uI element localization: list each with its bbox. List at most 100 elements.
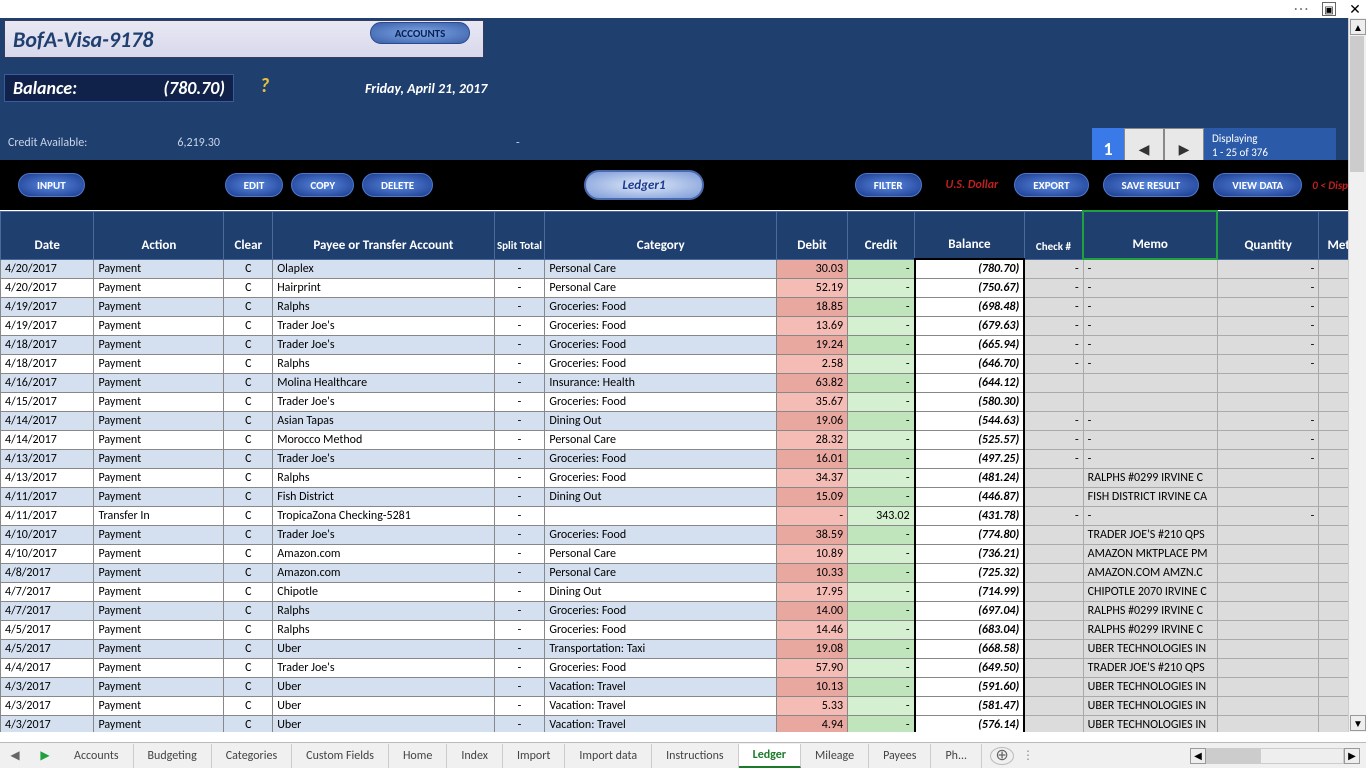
- cell-check[interactable]: [1024, 715, 1083, 732]
- table-row[interactable]: 4/18/2017PaymentCRalphs-Groceries: Food2…: [1, 354, 1366, 373]
- cell-memo[interactable]: RALPHS #0299 IRVINE C: [1083, 468, 1217, 487]
- tab-index[interactable]: Index: [447, 744, 503, 768]
- tab-payees[interactable]: Payees: [869, 744, 931, 768]
- cell-category[interactable]: Groceries: Food: [545, 392, 777, 411]
- edit-button[interactable]: EDIT: [225, 173, 284, 197]
- cell-category[interactable]: Personal Care: [545, 544, 777, 563]
- cell-credit[interactable]: -: [848, 354, 915, 373]
- cell-debit[interactable]: 35.67: [776, 392, 847, 411]
- cell-check[interactable]: [1024, 639, 1083, 658]
- cell-debit[interactable]: 10.33: [776, 563, 847, 582]
- cell-payee[interactable]: Ralphs: [273, 297, 494, 316]
- cell-date[interactable]: 4/14/2017: [1, 430, 94, 449]
- cell-memo[interactable]: AMAZON.COM AMZN.C: [1083, 563, 1217, 582]
- cell-balance[interactable]: (683.04): [915, 620, 1025, 639]
- cell-memo[interactable]: RALPHS #0299 IRVINE C: [1083, 601, 1217, 620]
- cell-check[interactable]: [1024, 601, 1083, 620]
- cell-credit[interactable]: -: [848, 677, 915, 696]
- cell-clear[interactable]: C: [224, 582, 273, 601]
- cell-payee[interactable]: Trader Joe's: [273, 449, 494, 468]
- cell-action[interactable]: Payment: [94, 411, 224, 430]
- cell-credit[interactable]: -: [848, 487, 915, 506]
- cell-action[interactable]: Payment: [94, 316, 224, 335]
- delete-button[interactable]: DELETE: [362, 173, 433, 197]
- cell-check[interactable]: -: [1024, 278, 1083, 297]
- cell-credit[interactable]: -: [848, 525, 915, 544]
- cell-payee[interactable]: Molina Healthcare: [273, 373, 494, 392]
- cell-quantity[interactable]: [1217, 563, 1319, 582]
- cell-clear[interactable]: C: [224, 601, 273, 620]
- cell-balance[interactable]: (665.94): [915, 335, 1025, 354]
- cell-action[interactable]: Payment: [94, 430, 224, 449]
- cell-date[interactable]: 4/3/2017: [1, 696, 94, 715]
- cell-action[interactable]: Payment: [94, 620, 224, 639]
- restore-window-button[interactable]: ▣: [1322, 2, 1336, 16]
- cell-category[interactable]: Groceries: Food: [545, 316, 777, 335]
- accounts-button[interactable]: ACCOUNTS: [370, 22, 470, 44]
- save-result-button[interactable]: SAVE RESULT: [1103, 173, 1200, 197]
- cell-category[interactable]: Vacation: Travel: [545, 715, 777, 732]
- cell-check[interactable]: -: [1024, 354, 1083, 373]
- tab-mileage[interactable]: Mileage: [801, 744, 869, 768]
- tab-home[interactable]: Home: [389, 744, 447, 768]
- cell-debit[interactable]: 19.08: [776, 639, 847, 658]
- cell-split[interactable]: -: [494, 620, 545, 639]
- cell-action[interactable]: Payment: [94, 259, 224, 278]
- table-row[interactable]: 4/4/2017PaymentCTrader Joe's-Groceries: …: [1, 658, 1366, 677]
- cell-split[interactable]: -: [494, 278, 545, 297]
- cell-quantity[interactable]: -: [1217, 297, 1319, 316]
- cell-memo[interactable]: -: [1083, 354, 1217, 373]
- cell-quantity[interactable]: [1217, 392, 1319, 411]
- cell-debit[interactable]: 34.37: [776, 468, 847, 487]
- cell-memo[interactable]: FISH DISTRICT IRVINE CA: [1083, 487, 1217, 506]
- cell-check[interactable]: [1024, 487, 1083, 506]
- cell-check[interactable]: [1024, 392, 1083, 411]
- cell-clear[interactable]: C: [224, 373, 273, 392]
- cell-payee[interactable]: Morocco Method: [273, 430, 494, 449]
- cell-date[interactable]: 4/19/2017: [1, 297, 94, 316]
- table-row[interactable]: 4/8/2017PaymentCAmazon.com-Personal Care…: [1, 563, 1366, 582]
- cell-split[interactable]: -: [494, 430, 545, 449]
- cell-date[interactable]: 4/3/2017: [1, 677, 94, 696]
- cell-payee[interactable]: Trader Joe's: [273, 525, 494, 544]
- cell-debit[interactable]: 52.19: [776, 278, 847, 297]
- table-row[interactable]: 4/14/2017PaymentCMorocco Method-Personal…: [1, 430, 1366, 449]
- cell-payee[interactable]: TropicaZona Checking-5281: [273, 506, 494, 525]
- cell-credit[interactable]: -: [848, 373, 915, 392]
- cell-credit[interactable]: -: [848, 449, 915, 468]
- cell-credit[interactable]: 343.02: [848, 506, 915, 525]
- cell-quantity[interactable]: -: [1217, 335, 1319, 354]
- cell-split[interactable]: -: [494, 715, 545, 732]
- cell-action[interactable]: Payment: [94, 544, 224, 563]
- col-check[interactable]: Check #: [1024, 211, 1083, 259]
- table-row[interactable]: 4/10/2017PaymentCTrader Joe's-Groceries:…: [1, 525, 1366, 544]
- cell-clear[interactable]: C: [224, 430, 273, 449]
- add-sheet-button[interactable]: ⊕: [990, 747, 1014, 765]
- cell-action[interactable]: Payment: [94, 677, 224, 696]
- cell-payee[interactable]: Trader Joe's: [273, 392, 494, 411]
- cell-credit[interactable]: -: [848, 620, 915, 639]
- cell-payee[interactable]: Asian Tapas: [273, 411, 494, 430]
- cell-credit[interactable]: -: [848, 544, 915, 563]
- cell-action[interactable]: Payment: [94, 335, 224, 354]
- cell-quantity[interactable]: -: [1217, 278, 1319, 297]
- cell-split[interactable]: -: [494, 468, 545, 487]
- cell-check[interactable]: -: [1024, 506, 1083, 525]
- cell-action[interactable]: Payment: [94, 392, 224, 411]
- copy-button[interactable]: COPY: [291, 173, 354, 197]
- cell-memo[interactable]: -: [1083, 506, 1217, 525]
- cell-debit[interactable]: 28.32: [776, 430, 847, 449]
- table-row[interactable]: 4/13/2017PaymentCRalphs-Groceries: Food3…: [1, 468, 1366, 487]
- col-date[interactable]: Date: [1, 211, 94, 259]
- cell-action[interactable]: Payment: [94, 639, 224, 658]
- table-row[interactable]: 4/20/2017PaymentCOlaplex-Personal Care30…: [1, 259, 1366, 278]
- cell-category[interactable]: Vacation: Travel: [545, 696, 777, 715]
- cell-check[interactable]: [1024, 620, 1083, 639]
- cell-memo[interactable]: UBER TECHNOLOGIES IN: [1083, 715, 1217, 732]
- cell-payee[interactable]: Amazon.com: [273, 563, 494, 582]
- cell-payee[interactable]: Ralphs: [273, 468, 494, 487]
- cell-credit[interactable]: -: [848, 715, 915, 732]
- cell-balance[interactable]: (481.24): [915, 468, 1025, 487]
- cell-balance[interactable]: (679.63): [915, 316, 1025, 335]
- cell-balance[interactable]: (446.87): [915, 487, 1025, 506]
